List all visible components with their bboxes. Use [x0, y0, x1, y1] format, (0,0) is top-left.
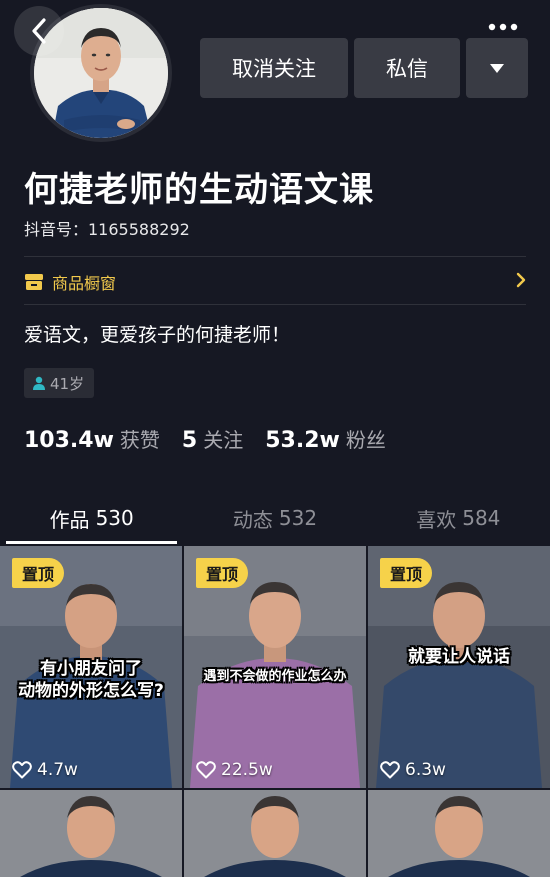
- tab-label: 动态: [232, 507, 273, 532]
- video-caption: 遇到不会做的作业怎么办: [184, 668, 366, 686]
- tab-count: 532: [278, 506, 318, 530]
- tab-dynamics[interactable]: 动态 532: [183, 492, 366, 544]
- pinned-badge: 置顶: [196, 558, 249, 588]
- caption-line: 有小朋友问了: [40, 659, 142, 679]
- heart-icon: [12, 761, 32, 779]
- chevron-left-icon: [32, 18, 46, 44]
- douyin-id: 抖音号：1165588292: [24, 220, 190, 239]
- video-likes: 6.3w: [380, 760, 446, 780]
- video-thumbnail[interactable]: 置顶 就要让人说话 6.3w: [368, 546, 550, 788]
- likes-count: 103.4w: [24, 428, 114, 453]
- heart-icon: [380, 761, 400, 779]
- caption-line: 动物的外形怎么写?: [18, 681, 164, 701]
- unfollow-button[interactable]: 取消关注: [200, 38, 348, 98]
- heart-icon: [196, 761, 216, 779]
- pinned-badge: 置顶: [380, 558, 433, 588]
- back-button[interactable]: [14, 6, 64, 56]
- tab-likes[interactable]: 喜欢 584: [367, 492, 550, 544]
- divider: [24, 304, 526, 305]
- tab-count: 584: [462, 506, 501, 530]
- video-thumbnail-image: [368, 790, 550, 877]
- video-likes: 4.7w: [12, 760, 78, 780]
- profile-header: 取消关注 私信: [0, 0, 550, 150]
- video-thumbnail[interactable]: [0, 790, 182, 877]
- content-tabs: 作品 530 动态 532 喜欢 584: [0, 492, 550, 544]
- video-thumbnail[interactable]: [368, 790, 550, 877]
- followers-count[interactable]: 53.2w: [265, 428, 340, 453]
- video-likes: 22.5w: [196, 760, 273, 780]
- likes-count: 22.5w: [221, 760, 273, 780]
- chevron-right-icon: [516, 272, 526, 288]
- video-caption: 就要让人说话: [368, 646, 550, 668]
- age-tag: 41岁: [24, 368, 95, 398]
- shop-icon: [25, 274, 43, 290]
- likes-count: 4.7w: [37, 760, 78, 780]
- followers-label[interactable]: 粉丝: [346, 424, 386, 453]
- caption-line: 遇到不会做的作业怎么办: [203, 669, 347, 684]
- shop-window-row[interactable]: 商品橱窗: [24, 262, 526, 302]
- likes-count: 6.3w: [405, 760, 446, 780]
- caption-line: 就要让人说话: [408, 647, 510, 667]
- tab-works[interactable]: 作品 530: [0, 492, 183, 544]
- profile-stats: 103.4w 获赞 5 关注 53.2w 粉丝: [24, 424, 408, 453]
- profile-bio: 爱语文，更爱孩子的何捷老师！: [24, 324, 291, 346]
- tab-label: 作品: [49, 507, 90, 532]
- likes-label: 获赞: [119, 428, 160, 452]
- shop-window-label: 商品橱窗: [52, 274, 117, 293]
- video-thumbnail-image: [184, 790, 366, 877]
- pinned-badge: 置顶: [12, 558, 65, 588]
- caret-down-icon: [490, 63, 504, 73]
- video-thumbnail[interactable]: 置顶 遇到不会做的作业怎么办 22.5w: [184, 546, 366, 788]
- age-value: 41岁: [50, 374, 85, 393]
- tab-label: 喜欢: [416, 507, 457, 532]
- tab-count: 530: [95, 506, 134, 530]
- following-label[interactable]: 关注: [203, 424, 243, 453]
- message-button[interactable]: 私信: [354, 38, 460, 98]
- video-thumbnail-image: [0, 790, 182, 877]
- recommend-dropdown-button[interactable]: [466, 38, 528, 98]
- more-dots-icon: [488, 23, 518, 31]
- person-icon: [33, 376, 45, 390]
- video-thumbnail[interactable]: [184, 790, 366, 877]
- divider: [24, 256, 526, 257]
- video-caption: 有小朋友问了 动物的外形怎么写?: [0, 658, 182, 702]
- video-thumbnail[interactable]: 置顶 有小朋友问了 动物的外形怎么写? 4.7w: [0, 546, 182, 788]
- profile-name: 何捷老师的生动语文课: [24, 170, 374, 210]
- following-count[interactable]: 5: [182, 428, 197, 453]
